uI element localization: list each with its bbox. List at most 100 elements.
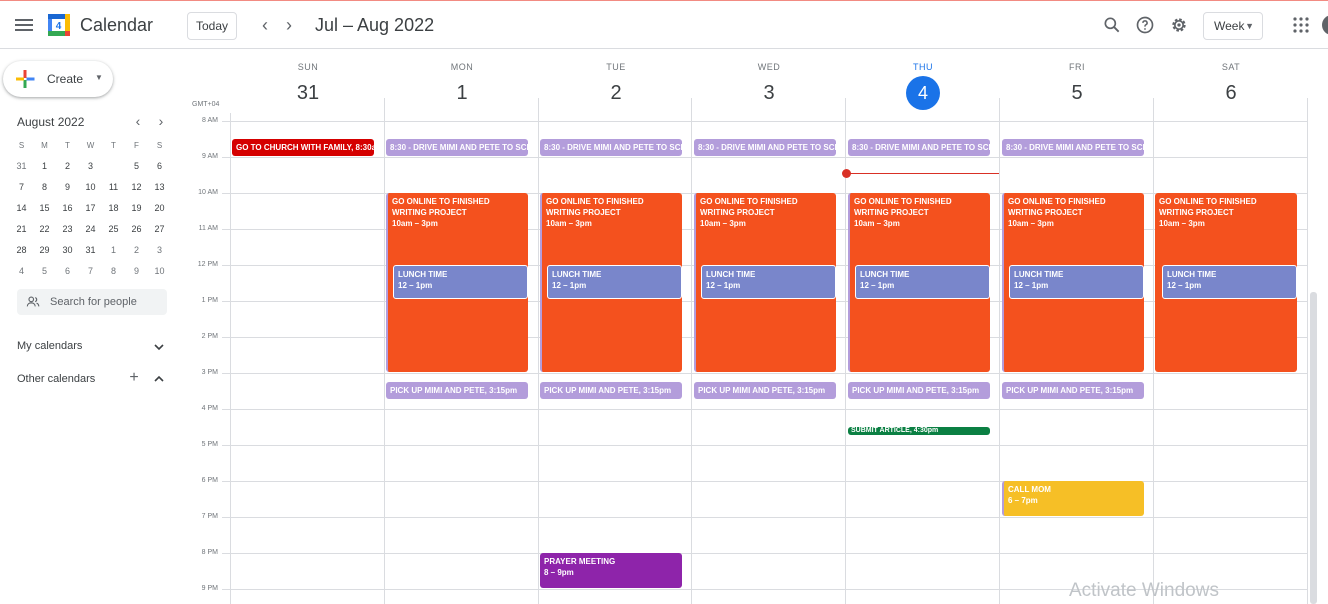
mini-day[interactable]: 7 <box>79 261 102 282</box>
view-selector[interactable]: Week ▼ <box>1203 12 1263 40</box>
search-icon[interactable] <box>1102 15 1122 35</box>
mini-day[interactable]: 16 <box>56 198 79 219</box>
prev-week-chevron-icon[interactable]: ‹ <box>255 14 275 36</box>
event-title: PICK UP MIMI AND PETE, 3:15pm <box>698 386 826 395</box>
day-header-wed[interactable]: WED 3 <box>692 62 846 110</box>
day-of-week: FRI <box>1069 62 1085 72</box>
mini-day[interactable]: 3 <box>148 240 171 261</box>
day-header-thu-today[interactable]: THU 4 <box>846 62 1000 110</box>
mini-day[interactable]: 30 <box>56 240 79 261</box>
my-calendars-header[interactable]: My calendars <box>17 340 82 352</box>
view-selector-label: Week <box>1214 19 1245 33</box>
event-lunch-wed[interactable]: LUNCH TIME 12 – 1pm <box>701 265 836 299</box>
event-pickup-mon[interactable]: PICK UP MIMI AND PETE, 3:15pm <box>386 382 528 399</box>
mini-day[interactable]: 21 <box>10 219 33 240</box>
mini-day[interactable]: 28 <box>10 240 33 261</box>
mini-day[interactable]: 14 <box>10 198 33 219</box>
day-header-mon[interactable]: MON 1 <box>385 62 539 110</box>
event-pickup-wed[interactable]: PICK UP MIMI AND PETE, 3:15pm <box>694 382 836 399</box>
event-pickup-fri[interactable]: PICK UP MIMI AND PETE, 3:15pm <box>1002 382 1144 399</box>
gear-icon[interactable] <box>1169 15 1189 35</box>
mini-day[interactable]: 24 <box>79 219 102 240</box>
event-pickup-tue[interactable]: PICK UP MIMI AND PETE, 3:15pm <box>540 382 682 399</box>
mini-day[interactable]: 2 <box>125 240 148 261</box>
event-drive-thu[interactable]: 8:30 - DRIVE MIMI AND PETE TO SCHOOL <box>848 139 990 156</box>
mini-day-today[interactable]: 4 <box>102 156 125 177</box>
event-title: 8:30 - DRIVE MIMI AND PETE TO SCHOOL <box>390 143 528 152</box>
event-church[interactable]: GO TO CHURCH WITH FAMILY, 8:30am <box>232 139 374 156</box>
event-title: LUNCH TIME <box>1014 270 1064 279</box>
event-pickup-thu[interactable]: PICK UP MIMI AND PETE, 3:15pm <box>848 382 990 399</box>
mini-day[interactable]: 31 <box>79 240 102 261</box>
mini-day[interactable]: 8 <box>102 261 125 282</box>
mini-day[interactable]: 6 <box>56 261 79 282</box>
event-lunch-thu[interactable]: LUNCH TIME 12 – 1pm <box>855 265 990 299</box>
hamburger-menu-icon[interactable] <box>12 13 36 37</box>
mini-day[interactable]: 25 <box>102 219 125 240</box>
mini-day[interactable]: 4 <box>10 261 33 282</box>
mini-day[interactable]: 12 <box>125 177 148 198</box>
event-drive-tue[interactable]: 8:30 - DRIVE MIMI AND PETE TO SCHOOL <box>540 139 682 156</box>
mini-day[interactable]: 8 <box>33 177 56 198</box>
event-call-mom[interactable]: CALL MOM 6 – 7pm <box>1002 481 1144 516</box>
event-prayer-meeting[interactable]: PRAYER MEETING 8 – 9pm <box>540 553 682 588</box>
mini-day[interactable]: 5 <box>125 156 148 177</box>
event-lunch-mon[interactable]: LUNCH TIME 12 – 1pm <box>393 265 528 299</box>
mini-next-chevron-icon[interactable]: › <box>154 113 168 129</box>
mini-day[interactable]: 31 <box>10 156 33 177</box>
apps-grid-icon[interactable] <box>1293 17 1309 33</box>
mini-day[interactable]: 18 <box>102 198 125 219</box>
mini-day[interactable]: 5 <box>33 261 56 282</box>
mini-day[interactable]: 15 <box>33 198 56 219</box>
event-drive-wed[interactable]: 8:30 - DRIVE MIMI AND PETE TO SCHOOL <box>694 139 836 156</box>
day-header-sun[interactable]: SUN 31 <box>231 62 385 110</box>
mini-day[interactable]: 11 <box>102 177 125 198</box>
event-lunch-tue[interactable]: LUNCH TIME 12 – 1pm <box>547 265 682 299</box>
event-title: GO ONLINE TO FINISHED WRITING PROJECT <box>546 197 644 217</box>
chevron-down-icon[interactable] <box>152 340 166 354</box>
mini-day[interactable]: 1 <box>102 240 125 261</box>
chevron-up-icon[interactable] <box>152 372 166 386</box>
event-submit-article[interactable]: SUBMIT ARTICLE, 4:30pm <box>848 427 990 435</box>
other-calendars-header[interactable]: Other calendars <box>17 373 95 385</box>
day-header-tue[interactable]: TUE 2 <box>539 62 693 110</box>
mini-day[interactable]: 20 <box>148 198 171 219</box>
mini-day[interactable]: 29 <box>33 240 56 261</box>
mini-day[interactable]: 9 <box>56 177 79 198</box>
mini-day[interactable]: 6 <box>148 156 171 177</box>
calendar-logo-icon[interactable]: 4 <box>47 13 71 37</box>
search-people-input[interactable]: Search for people <box>17 289 167 315</box>
mini-day[interactable]: 22 <box>33 219 56 240</box>
event-lunch-fri[interactable]: LUNCH TIME 12 – 1pm <box>1009 265 1144 299</box>
mini-day[interactable]: 10 <box>148 261 171 282</box>
mini-day[interactable]: 19 <box>125 198 148 219</box>
mini-day[interactable]: 23 <box>56 219 79 240</box>
mini-day[interactable]: 9 <box>125 261 148 282</box>
mini-day[interactable]: 7 <box>10 177 33 198</box>
mini-day[interactable]: 10 <box>79 177 102 198</box>
create-button[interactable]: Create ▼ <box>3 61 113 97</box>
mini-calendar-title: August 2022 <box>17 115 85 129</box>
add-calendar-plus-icon[interactable]: + <box>127 370 141 386</box>
mini-day[interactable]: 1 <box>33 156 56 177</box>
day-header-sat[interactable]: SAT 6 <box>1154 62 1308 110</box>
vertical-scrollbar[interactable] <box>1310 292 1317 604</box>
today-button[interactable]: Today <box>187 12 237 40</box>
mini-week-row: 28 29 30 31 1 2 3 <box>10 240 171 261</box>
next-week-chevron-icon[interactable]: › <box>279 14 299 36</box>
event-title: GO ONLINE TO FINISHED WRITING PROJECT <box>700 197 798 217</box>
event-drive-mon[interactable]: 8:30 - DRIVE MIMI AND PETE TO SCHOOL <box>386 139 528 156</box>
mini-day[interactable]: 27 <box>148 219 171 240</box>
mini-day[interactable]: 13 <box>148 177 171 198</box>
event-title: 8:30 - DRIVE MIMI AND PETE TO SCHOOL <box>544 143 682 152</box>
mini-prev-chevron-icon[interactable]: ‹ <box>131 113 145 129</box>
mini-day[interactable]: 17 <box>79 198 102 219</box>
event-drive-fri[interactable]: 8:30 - DRIVE MIMI AND PETE TO SCHOOL <box>1002 139 1144 156</box>
mini-day[interactable]: 3 <box>79 156 102 177</box>
mini-day[interactable]: 26 <box>125 219 148 240</box>
avatar[interactable] <box>1322 15 1328 35</box>
day-header-fri[interactable]: FRI 5 <box>1000 62 1154 110</box>
mini-day[interactable]: 2 <box>56 156 79 177</box>
help-icon[interactable] <box>1135 15 1155 35</box>
event-lunch-sat[interactable]: LUNCH TIME 12 – 1pm <box>1162 265 1297 299</box>
